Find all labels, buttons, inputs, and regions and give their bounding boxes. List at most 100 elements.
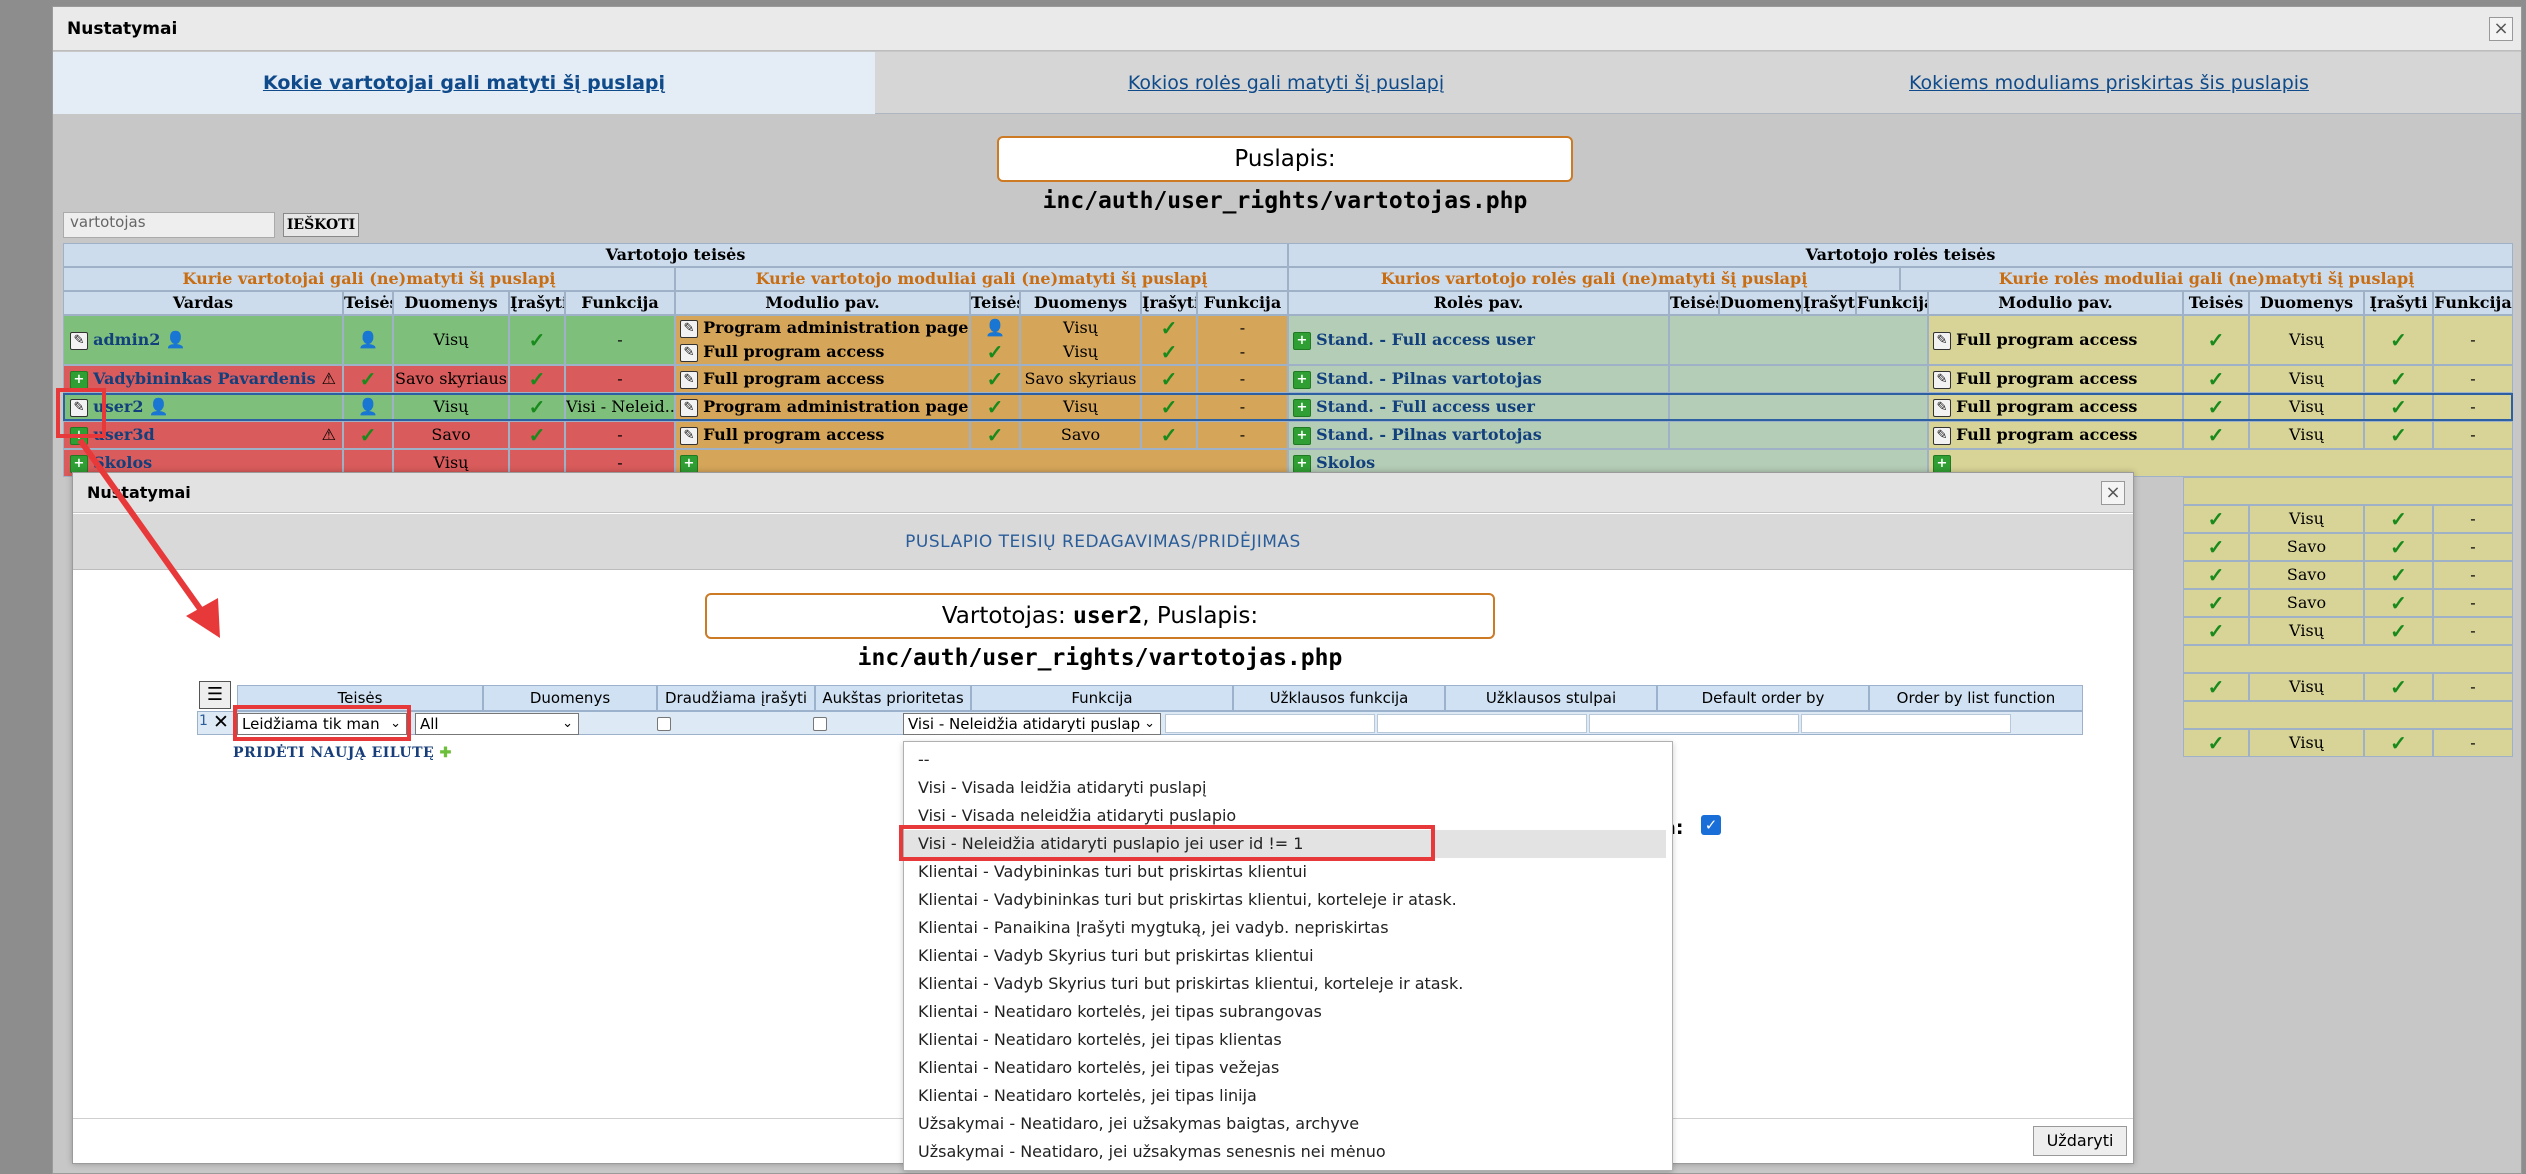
- add-icon[interactable]: +: [1293, 370, 1311, 389]
- col-uzklausos-stulpai: Užklausos stulpai: [1445, 685, 1657, 711]
- dropdown-option[interactable]: --: [904, 746, 1666, 774]
- add-icon[interactable]: +: [1933, 454, 1951, 473]
- module-func: -: [1239, 342, 1246, 361]
- add-row-link[interactable]: PRIDĖTI NAUJĄ EILUTĘ ✚: [233, 745, 452, 761]
- dropdown-option[interactable]: Klientai - Vadyb Skyrius turi but priski…: [904, 970, 1666, 998]
- check-icon: ✓: [2364, 365, 2433, 393]
- role-name[interactable]: Skolos: [1316, 453, 1375, 472]
- check-icon: ✓: [2364, 589, 2433, 617]
- delete-row-icon[interactable]: ✕: [213, 711, 229, 733]
- tab-modules[interactable]: Kokiems moduliams priskirtas šis puslapi…: [1697, 52, 2521, 114]
- dropdown-option[interactable]: Klientai - Panaikina Įrašyti mygtuką, je…: [904, 914, 1666, 942]
- funkcija-select[interactable]: Visi - Neleidžia atidaryti puslap ⌄: [903, 713, 1161, 735]
- role-module-cell: ✎ Full program access: [1928, 393, 2183, 421]
- dropdown-option[interactable]: Klientai - Neatidaro kortelės, jei tipas…: [904, 1082, 1666, 1110]
- role-module-name: Full program access: [1956, 425, 2138, 444]
- outer-close-button[interactable]: ×: [2489, 17, 2513, 41]
- edit-icon[interactable]: ✎: [70, 331, 88, 350]
- edit-icon[interactable]: ✎: [1933, 426, 1951, 445]
- add-icon[interactable]: +: [1293, 426, 1311, 445]
- edit-icon[interactable]: ✎: [680, 370, 698, 389]
- uzklausos-funkcija-input[interactable]: [1165, 714, 1375, 733]
- role-name[interactable]: Stand. - Full access user: [1316, 330, 1535, 349]
- funkcija-dropdown[interactable]: -- Visi - Visada leidžia atidaryti pusla…: [903, 741, 1673, 1171]
- role-name[interactable]: Stand. - Pilnas vartotojas: [1316, 425, 1542, 444]
- dropdown-option[interactable]: Klientai - Vadybininkas turi but priskir…: [904, 886, 1666, 914]
- col-role-duomenys: Duomenys: [1719, 291, 1802, 315]
- add-icon[interactable]: +: [1293, 398, 1311, 417]
- role-module-data: Savo: [2249, 533, 2364, 561]
- add-icon[interactable]: +: [680, 454, 698, 473]
- default-order-by-input[interactable]: [1589, 714, 1799, 733]
- role-module-func: -: [2433, 673, 2513, 701]
- add-icon[interactable]: +: [1293, 454, 1311, 473]
- add-icon[interactable]: +: [1293, 331, 1311, 350]
- check-icon: ✓: [2364, 561, 2433, 589]
- col-mod-duomenys: Duomenys: [1020, 291, 1141, 315]
- role-cell: + Stand. - Pilnas vartotojas: [1288, 365, 1669, 393]
- tab-users[interactable]: Kokie vartotojai gali matyti šį puslapį: [53, 52, 875, 114]
- user-funkcija: -: [565, 421, 675, 449]
- add-row-label: PRIDĖTI NAUJĄ EILUTĘ: [233, 745, 435, 761]
- user-name[interactable]: admin2: [93, 330, 160, 349]
- check-icon: ✓: [509, 393, 565, 421]
- funkcija-value: Visi - Neleidžia atidaryti puslap: [908, 715, 1141, 733]
- edit-icon[interactable]: ✎: [680, 426, 698, 445]
- inner-close-button[interactable]: ×: [2101, 481, 2125, 505]
- col-uzklausos-funkcija: Užklausos funkcija: [1233, 685, 1445, 711]
- check-icon: ✓: [2183, 561, 2249, 589]
- check-icon: ✓ ✓: [1141, 315, 1197, 365]
- search-button[interactable]: IEŠKOTI: [283, 213, 359, 237]
- user-page-box: Vartotojas: user2, Puslapis: inc/auth/us…: [705, 593, 1495, 671]
- role-module-data: Visų: [2249, 505, 2364, 533]
- checked-checkbox[interactable]: ✓: [1701, 815, 1721, 835]
- dropdown-option[interactable]: Klientai - Vadyb Skyrius turi but priski…: [904, 942, 1666, 970]
- dropdown-option[interactable]: Klientai - Vadybininkas turi but priskir…: [904, 858, 1666, 886]
- tab-roles[interactable]: Kokios rolės gali matyti šį puslapį: [875, 52, 1697, 114]
- edit-icon[interactable]: ✎: [1933, 331, 1951, 350]
- check-icon: ✓: [2183, 533, 2249, 561]
- add-icon[interactable]: +: [70, 370, 88, 389]
- aukstas-prioritetas-checkbox[interactable]: [813, 717, 827, 731]
- role-module-cell: ✎ Full program access: [1928, 421, 2183, 449]
- user-row-admin2[interactable]: ✎ admin2 👤: [63, 315, 343, 365]
- user-label: Vartotojas:: [941, 603, 1066, 629]
- edit-icon[interactable]: ✎: [680, 319, 698, 338]
- sub-role-modules: Kurie rolės moduliai gali (ne)matyti šį …: [1900, 267, 2513, 291]
- role-module-func: -: [2433, 533, 2513, 561]
- dropdown-option[interactable]: Visi - Visada leidžia atidaryti puslapį: [904, 774, 1666, 802]
- dropdown-option[interactable]: Klientai - Neatidaro kortelės, jei tipas…: [904, 998, 1666, 1026]
- edit-icon[interactable]: ✎: [680, 343, 698, 362]
- draudziama-irasyti-checkbox[interactable]: [657, 717, 671, 731]
- role-name[interactable]: Stand. - Pilnas vartotojas: [1316, 369, 1542, 388]
- edit-icon[interactable]: ✎: [1933, 398, 1951, 417]
- module-cell: ✎ Full program access: [675, 365, 970, 393]
- role-module-data: Visų: [2249, 393, 2364, 421]
- user-name[interactable]: Vadybininkas Pavardenis: [93, 369, 316, 388]
- check-icon: ✓: [2364, 421, 2433, 449]
- dropdown-option[interactable]: Klientai - Neatidaro kortelės, jei tipas…: [904, 1026, 1666, 1054]
- col-duomenys: Duomenys: [393, 291, 509, 315]
- page-label: , Puslapis:: [1142, 603, 1259, 629]
- dropdown-option[interactable]: Užsakymai - Neatidaro, jei užsakymas bai…: [904, 1110, 1666, 1138]
- module-name: Full program access: [703, 369, 885, 388]
- col-roles-pav: Rolės pav.: [1288, 291, 1669, 315]
- user-value: user2: [1073, 603, 1143, 629]
- dropdown-option[interactable]: Klientai - Neatidaro kortelės, jei tipas…: [904, 1054, 1666, 1082]
- row-number: 1: [199, 713, 208, 729]
- page-value: inc/auth/user_rights/vartotojas.php: [857, 645, 1343, 671]
- module-data: Visų: [1063, 318, 1098, 337]
- user-icon: 👤: [148, 397, 169, 416]
- edit-icon[interactable]: ✎: [1933, 370, 1951, 389]
- search-input[interactable]: vartotojas: [63, 212, 275, 238]
- menu-icon[interactable]: ☰: [199, 681, 231, 709]
- add-icon: ✚: [439, 745, 452, 761]
- role-name[interactable]: Stand. - Full access user: [1316, 397, 1535, 416]
- close-button[interactable]: Uždaryti: [2033, 1126, 2127, 1156]
- duomenys-select[interactable]: All ⌄: [415, 713, 579, 735]
- edit-icon[interactable]: ✎: [680, 398, 698, 417]
- role-empty: [1669, 393, 1928, 421]
- order-by-list-function-input[interactable]: [1801, 714, 2011, 733]
- dropdown-option[interactable]: Užsakymai - Neatidaro, jei užsakymas sen…: [904, 1138, 1666, 1166]
- uzklausos-stulpai-input[interactable]: [1377, 714, 1587, 733]
